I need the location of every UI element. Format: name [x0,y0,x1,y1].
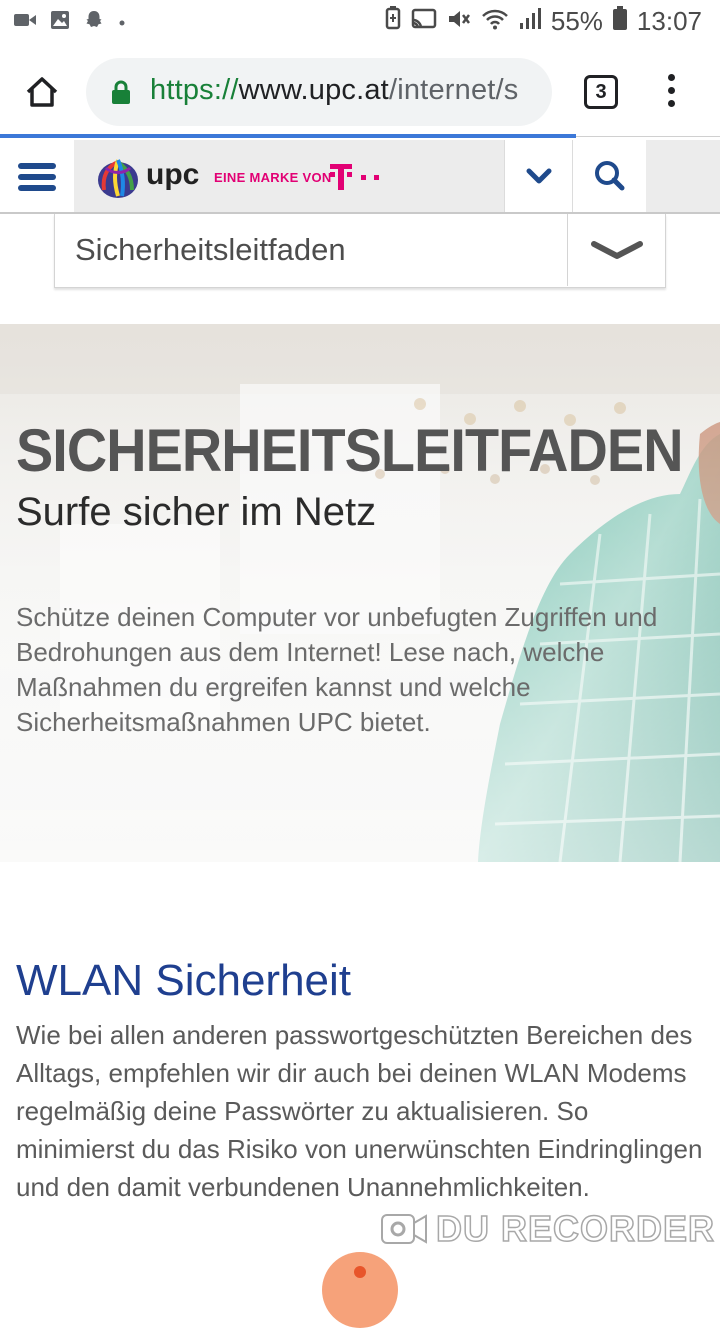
clock: 13:07 [636,6,702,36]
hero-banner: SICHERHEITSLEITFADEN Surfe sicher im Net… [0,324,720,862]
battery-icon [612,6,627,37]
logo-text: upc [146,158,200,191]
hero-title: SICHERHEITSLEITFADEN [16,417,683,484]
home-icon [26,77,58,107]
url-path: /internet/s [388,74,519,106]
mute-icon [447,6,471,37]
cast-icon [411,6,437,37]
dot-icon [118,14,126,32]
recorder-watermark: DU RECORDER [380,1207,716,1250]
video-camera-icon [14,12,36,33]
search-icon [595,161,625,191]
section-select-toggle[interactable] [567,214,665,286]
home-button[interactable] [22,72,62,112]
chevron-down-icon [526,168,552,184]
wifi-icon [481,6,509,37]
url-host: www.upc.at [238,74,389,106]
section-heading: WLAN Sicherheit [16,956,352,1005]
hero-description: Schütze deinen Computer vor unbefugten Z… [16,602,658,737]
section-paragraph: Wie bei allen anderen passwortgeschützte… [16,1020,703,1202]
status-bar: 55% 13:07 [0,0,720,44]
browser-toolbar: https://www.upc.at/internet/s 3 [0,44,720,136]
site-header: upc EINE MARKE VON [0,140,720,214]
brand-tagline: EINE MARKE VON [214,170,332,185]
snapchat-icon [84,10,104,35]
recorder-floating-button[interactable] [322,1252,398,1328]
upc-logo-link[interactable]: upc EINE MARKE VON [74,140,504,212]
section-select-value: Sicherheitsleitfaden [75,232,346,267]
upc-logo-icon [98,159,138,198]
image-icon [50,10,70,35]
nav-dropdown-button[interactable] [504,140,572,212]
url-scheme: https:// [150,74,239,106]
watermark-text: DU RECORDER [435,1207,716,1250]
url-text: https://www.upc.at/internet/s [150,74,519,107]
tab-switcher-button[interactable]: 3 [584,75,618,109]
page-load-progress [0,134,576,138]
search-button[interactable] [572,140,646,212]
menu-button[interactable] [0,140,74,212]
battery-percent: 55% [550,6,603,36]
video-camera-icon [381,1214,427,1244]
header-spacer [646,140,720,212]
lock-icon [112,80,130,104]
battery-saver-icon [385,6,401,37]
address-bar[interactable]: https://www.upc.at/internet/s [86,58,552,126]
signal-icon [519,6,541,37]
browser-menu-button[interactable] [664,74,678,110]
hero-background-image [0,324,720,862]
section-select[interactable]: Sicherheitsleitfaden [54,214,666,288]
hero-subtitle: Surfe sicher im Netz [16,490,377,534]
chevron-down-icon [591,241,643,259]
telekom-logo-icon [330,164,379,190]
